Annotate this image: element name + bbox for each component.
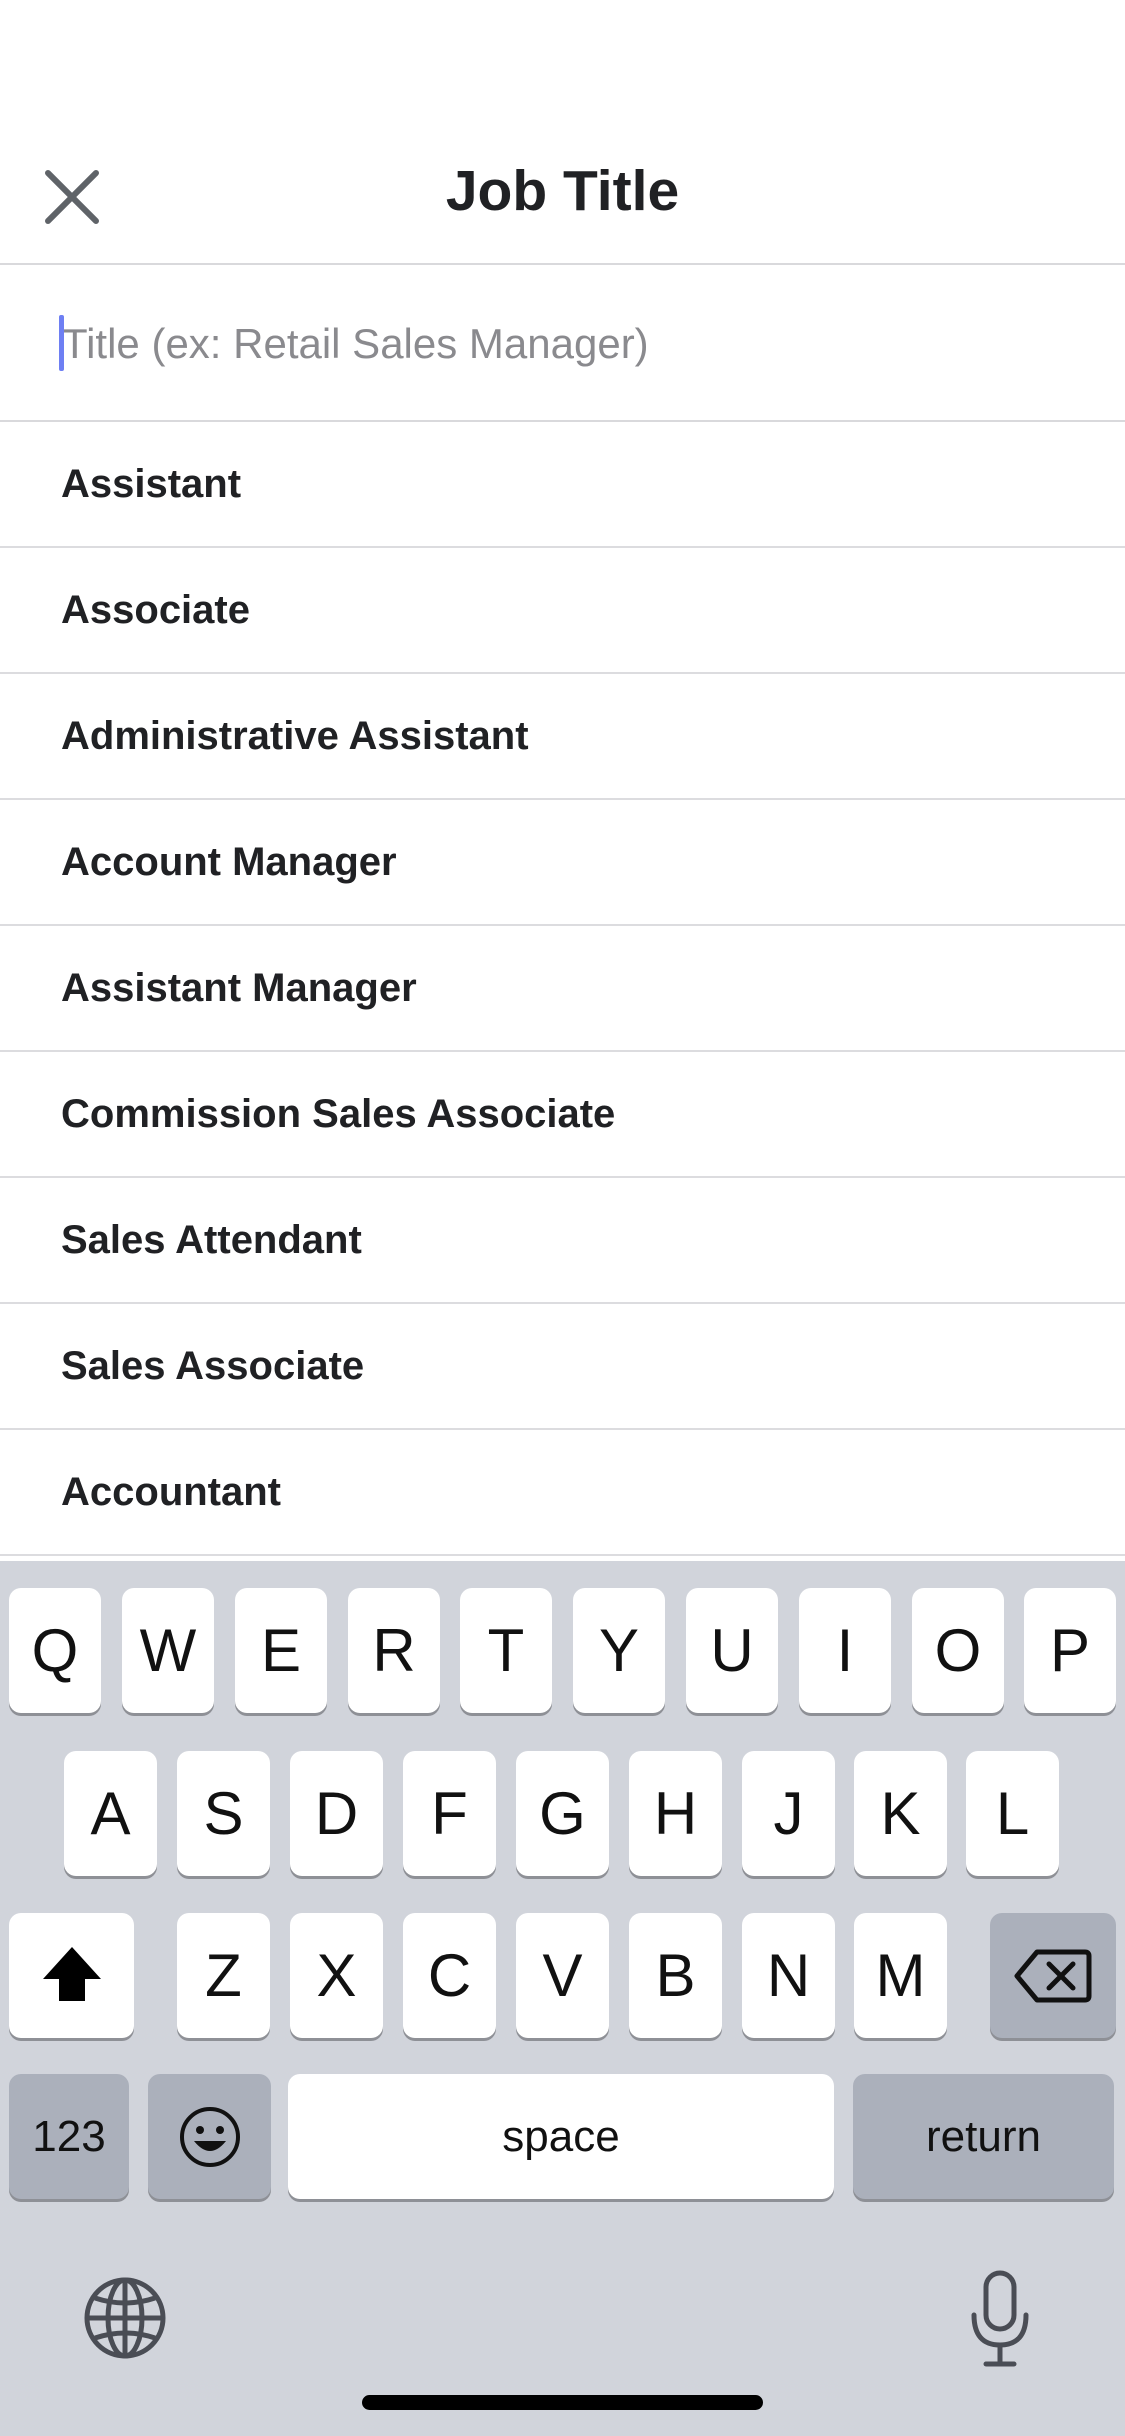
return-key[interactable]: return: [853, 2074, 1114, 2199]
globe-button[interactable]: [80, 2273, 170, 2363]
suggestion-item[interactable]: Sales Associate: [0, 1304, 1125, 1430]
key-r[interactable]: R: [348, 1588, 440, 1713]
shift-key[interactable]: [9, 1913, 134, 2038]
suggestion-item[interactable]: Assistant: [0, 422, 1125, 548]
key-c[interactable]: C: [403, 1913, 496, 2038]
suggestion-item[interactable]: Sales Attendant: [0, 1178, 1125, 1304]
key-y[interactable]: Y: [573, 1588, 665, 1713]
key-q[interactable]: Q: [9, 1588, 101, 1713]
key-l[interactable]: L: [966, 1751, 1059, 1876]
delete-key[interactable]: [990, 1913, 1116, 2038]
suggestion-item[interactable]: Commission Sales Associate: [0, 1052, 1125, 1178]
key-b[interactable]: B: [629, 1913, 722, 2038]
suggestion-list: Assistant Associate Administrative Assista…: [0, 422, 1125, 1556]
key-v[interactable]: V: [516, 1913, 609, 2038]
key-o[interactable]: O: [912, 1588, 1004, 1713]
emoji-key[interactable]: [148, 2074, 271, 2199]
search-row: [0, 267, 1125, 422]
suggestion-item[interactable]: Account Manager: [0, 800, 1125, 926]
text-caret: [59, 315, 64, 371]
key-j[interactable]: J: [742, 1751, 835, 1876]
suggestion-item[interactable]: Associate: [0, 548, 1125, 674]
delete-icon: [1014, 1949, 1092, 2002]
header: Job Title: [0, 0, 1125, 265]
suggestion-item[interactable]: Assistant Manager: [0, 926, 1125, 1052]
key-s[interactable]: S: [177, 1751, 270, 1876]
key-u[interactable]: U: [686, 1588, 778, 1713]
key-a[interactable]: A: [64, 1751, 157, 1876]
key-d[interactable]: D: [290, 1751, 383, 1876]
suggestion-item[interactable]: Accountant: [0, 1430, 1125, 1556]
key-g[interactable]: G: [516, 1751, 609, 1876]
dictation-button[interactable]: [955, 2267, 1045, 2371]
keyboard: 123 space return QWERTYUIOP ASDF G H J K …: [0, 1561, 1125, 2436]
space-key[interactable]: space: [288, 2074, 834, 2199]
key-n[interactable]: N: [742, 1913, 835, 2038]
shift-icon: [42, 1946, 101, 2001]
globe-icon: [84, 2277, 166, 2359]
key-t[interactable]: T: [460, 1588, 552, 1713]
key-f[interactable]: F: [403, 1751, 496, 1876]
page-title: Job Title: [445, 159, 680, 223]
microphone-icon: [971, 2270, 1029, 2367]
numbers-key[interactable]: 123: [9, 2074, 129, 2199]
key-z[interactable]: Z: [177, 1913, 270, 2038]
key-p[interactable]: P: [1024, 1588, 1116, 1713]
key-h[interactable]: H: [629, 1751, 722, 1876]
key-e[interactable]: E: [235, 1588, 327, 1713]
job-title-input[interactable]: [0, 267, 1125, 420]
key-k[interactable]: K: [854, 1751, 947, 1876]
key-m[interactable]: M: [854, 1913, 947, 2038]
key-w[interactable]: W: [122, 1588, 214, 1713]
suggestion-item[interactable]: Administrative Assistant: [0, 674, 1125, 800]
key-x[interactable]: X: [290, 1913, 383, 2038]
home-indicator: [362, 2395, 763, 2410]
emoji-icon: [179, 2106, 240, 2167]
key-i[interactable]: I: [799, 1588, 891, 1713]
